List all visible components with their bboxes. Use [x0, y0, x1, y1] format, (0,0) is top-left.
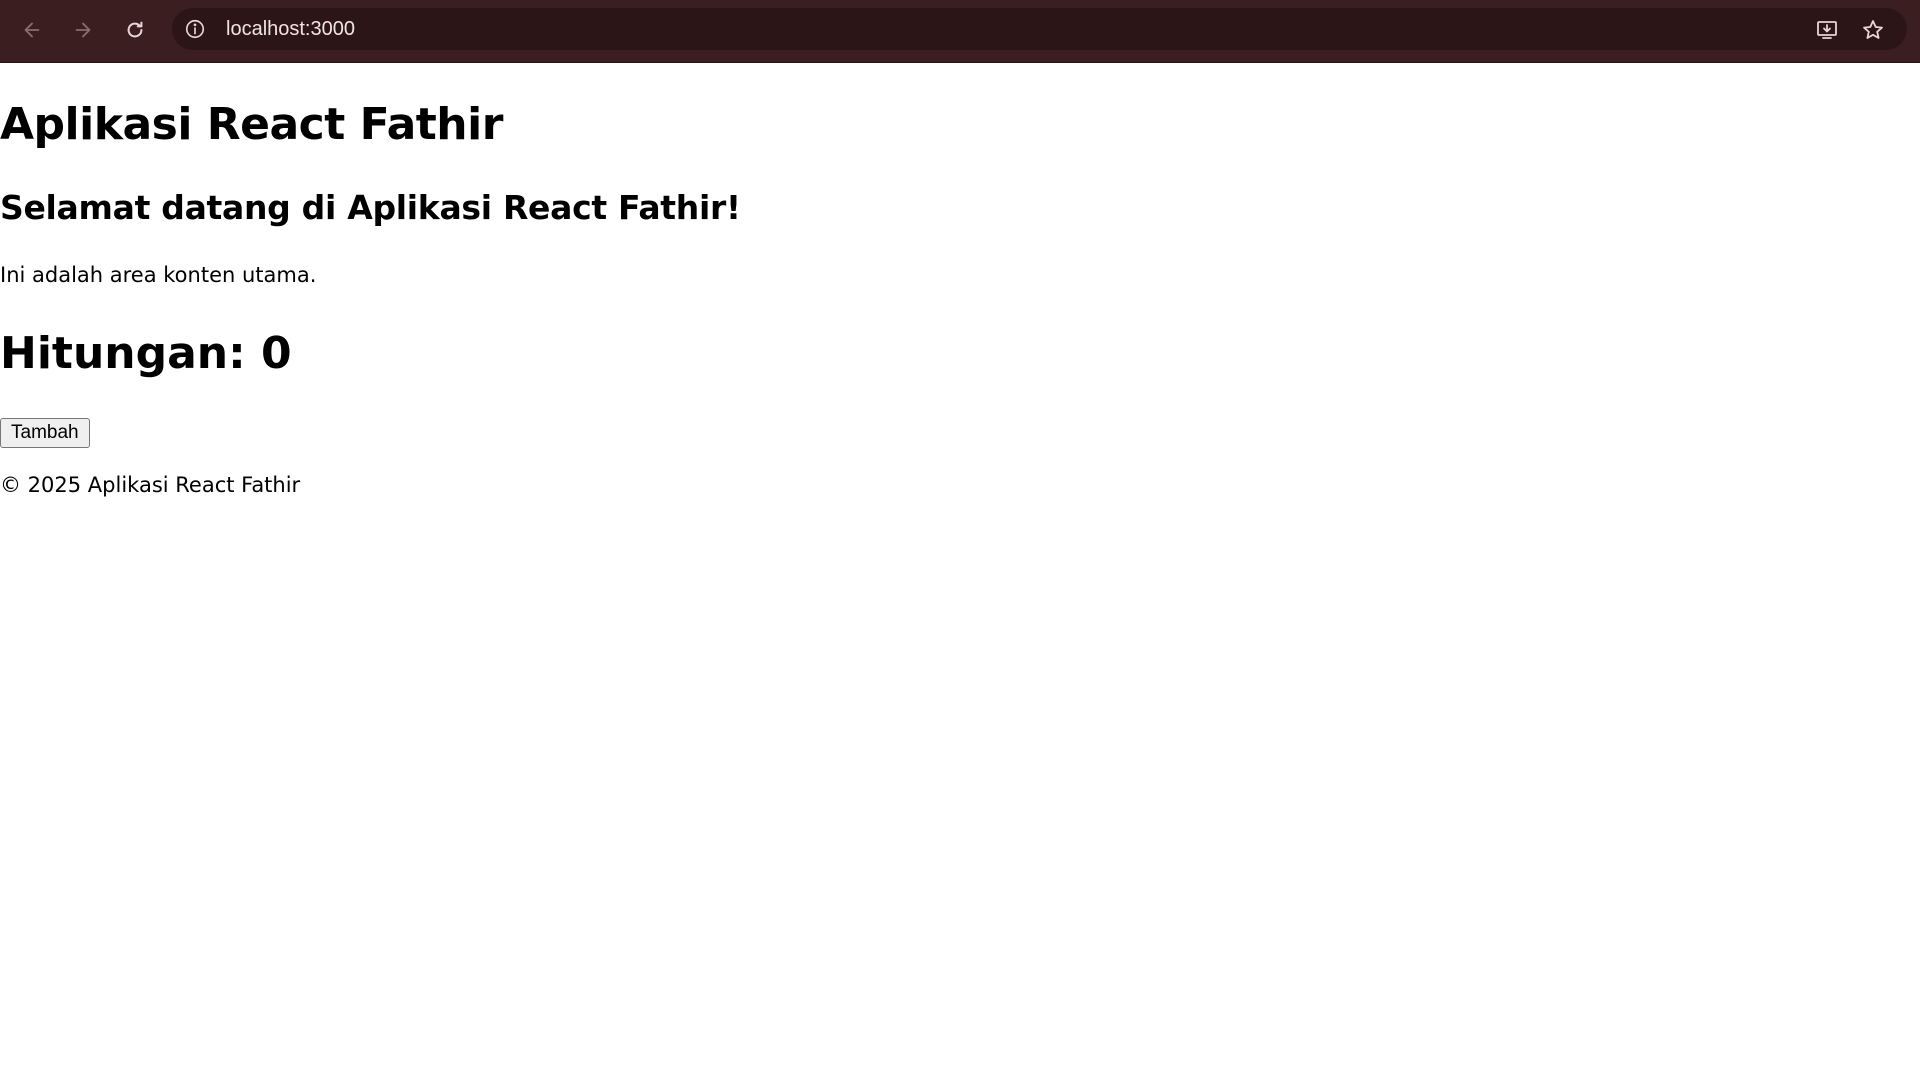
site-info-icon[interactable]: [182, 16, 208, 42]
address-bar[interactable]: localhost:3000: [172, 8, 1907, 50]
add-button[interactable]: Tambah: [0, 418, 90, 448]
arrow-left-icon: [24, 22, 40, 38]
forward-button[interactable]: [65, 12, 101, 48]
back-button[interactable]: [14, 12, 50, 48]
bookmark-star-icon[interactable]: [1857, 14, 1889, 46]
reload-icon: [127, 21, 143, 38]
browser-toolbar: localhost:3000: [0, 0, 1920, 63]
counter-display: Hitungan: 0: [0, 328, 292, 379]
content-text: Ini adalah area konten utama.: [0, 263, 317, 287]
app-title: Aplikasi React Fathir: [0, 99, 503, 150]
footer-text: © 2025 Aplikasi React Fathir: [0, 473, 301, 497]
page-content: Aplikasi React Fathir Selamat datang di …: [0, 63, 1920, 1080]
install-app-icon[interactable]: [1811, 14, 1843, 46]
url-text[interactable]: localhost:3000: [226, 8, 355, 50]
reload-button[interactable]: [117, 12, 153, 48]
welcome-heading: Selamat datang di Aplikasi React Fathir!: [0, 188, 741, 227]
arrow-right-icon: [75, 22, 91, 38]
